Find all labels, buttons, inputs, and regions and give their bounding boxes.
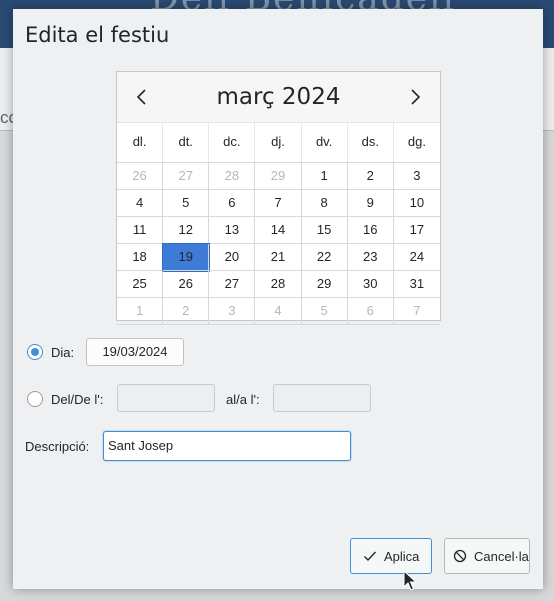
calendar-day[interactable]: 10 (393, 190, 440, 217)
calendar-day-grid: 26 27 28 29 1 2 3 4 5 6 7 8 9 10 11 12 1… (117, 163, 440, 325)
range-from-field[interactable] (117, 384, 215, 412)
calendar-weekday-header: dl. dt. dc. dj. dv. ds. dg. (117, 122, 440, 163)
calendar-day[interactable]: 29 (255, 163, 302, 190)
calendar-day[interactable]: 1 (301, 163, 348, 190)
calendar-day[interactable]: 1 (117, 298, 164, 325)
calendar-day[interactable]: 7 (393, 298, 440, 325)
weekday-label: dv. (302, 122, 348, 162)
calendar-day[interactable]: 27 (163, 163, 210, 190)
dialog-title: Edita el festiu (25, 23, 170, 47)
calendar-day-selected[interactable]: 19 (162, 243, 211, 272)
range-from-label: Del/De l': (51, 392, 104, 407)
calendar-day[interactable]: 4 (117, 190, 164, 217)
calendar-day[interactable]: 26 (163, 271, 210, 298)
chevron-right-icon[interactable] (400, 82, 430, 112)
calendar-day[interactable]: 15 (301, 217, 348, 244)
calendar-day[interactable]: 13 (209, 217, 256, 244)
day-radio[interactable] (27, 344, 43, 360)
calendar-day[interactable]: 3 (209, 298, 256, 325)
weekday-label: dt. (163, 122, 210, 162)
calendar-day[interactable]: 28 (209, 163, 256, 190)
calendar-day[interactable]: 12 (163, 217, 210, 244)
description-input[interactable]: Sant Josep (103, 431, 351, 461)
calendar-widget: març 2024 dl. dt. dc. dj. dv. ds. dg. 26… (116, 71, 441, 325)
calendar-header: març 2024 (117, 72, 440, 123)
calendar-day[interactable]: 8 (301, 190, 348, 217)
calendar-day[interactable]: 30 (347, 271, 394, 298)
calendar-day[interactable]: 11 (117, 217, 164, 244)
weekday-label: dg. (407, 134, 426, 149)
calendar-day[interactable]: 5 (301, 298, 348, 325)
day-date-field[interactable]: 19/03/2024 (86, 338, 184, 366)
range-radio[interactable] (27, 391, 43, 407)
calendar-day[interactable]: 24 (393, 244, 440, 271)
calendar-day[interactable]: 25 (117, 271, 164, 298)
calendar-day[interactable]: 23 (347, 244, 394, 271)
calendar-day[interactable]: 20 (209, 244, 256, 271)
calendar-day[interactable]: 6 (209, 190, 256, 217)
calendar-day[interactable]: 29 (301, 271, 348, 298)
calendar-month-label[interactable]: març 2024 (117, 84, 440, 110)
calendar-day[interactable]: 7 (255, 190, 302, 217)
calendar-day[interactable]: 17 (393, 217, 440, 244)
weekday-label: dj. (255, 122, 302, 162)
calendar-day[interactable]: 27 (209, 271, 256, 298)
calendar-day[interactable]: 3 (393, 163, 440, 190)
calendar-day[interactable]: 22 (301, 244, 348, 271)
calendar-day[interactable]: 21 (255, 244, 302, 271)
calendar-day[interactable]: 5 (163, 190, 210, 217)
calendar-day[interactable]: 14 (255, 217, 302, 244)
cancel-button[interactable]: Cancel·la (444, 538, 530, 574)
apply-button-label: Aplica (384, 548, 420, 564)
check-icon (364, 551, 377, 562)
cancel-button-label: Cancel·la (474, 548, 529, 564)
calendar-day[interactable]: 31 (393, 271, 440, 298)
weekday-label: dl. (117, 122, 164, 162)
calendar-day[interactable]: 6 (347, 298, 394, 325)
day-label: Dia: (51, 345, 75, 360)
weekday-label: ds. (348, 122, 394, 162)
calendar-day[interactable]: 4 (255, 298, 302, 325)
calendar-day[interactable]: 2 (163, 298, 210, 325)
description-label: Descripció: (25, 439, 90, 454)
calendar-day[interactable]: 28 (255, 271, 302, 298)
mouse-cursor-icon (403, 570, 417, 591)
calendar-day[interactable]: 18 (117, 244, 164, 271)
calendar-day[interactable]: 9 (347, 190, 394, 217)
edit-holiday-dialog: Edita el festiu març 2024 dl. dt. dc. dj… (13, 9, 543, 589)
calendar-day[interactable]: 2 (347, 163, 394, 190)
cancel-icon (453, 549, 467, 563)
apply-button[interactable]: Aplica (350, 538, 432, 574)
calendar-day[interactable]: 26 (117, 163, 164, 190)
range-to-field[interactable] (273, 384, 371, 412)
calendar-day[interactable]: 16 (347, 217, 394, 244)
weekday-label: dc. (209, 122, 256, 162)
range-to-label: al/a l': (226, 392, 260, 407)
